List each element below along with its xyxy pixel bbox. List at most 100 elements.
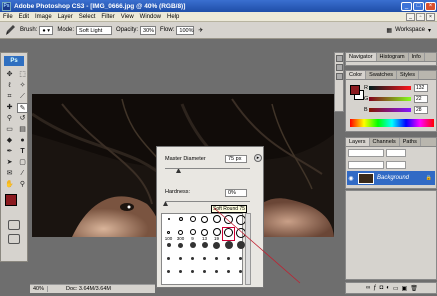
brush-tip[interactable]: 300 — [175, 228, 186, 241]
menu-file[interactable]: File — [0, 14, 16, 20]
brush-tip[interactable] — [211, 254, 222, 266]
dock-icon[interactable] — [336, 64, 343, 71]
clone-stamp-tool-icon[interactable]: ⚲ — [4, 114, 15, 124]
brush-tip[interactable] — [175, 267, 186, 279]
tab-paths[interactable]: Paths — [400, 138, 421, 146]
lasso-tool-icon[interactable]: ℓ — [4, 81, 15, 91]
history-brush-tool-icon[interactable]: ↺ — [17, 114, 28, 124]
tab-color[interactable]: Color — [346, 71, 367, 79]
menu-view[interactable]: View — [118, 14, 137, 20]
brush-tip[interactable] — [199, 267, 210, 279]
new-group-icon[interactable]: ▭ — [393, 285, 399, 292]
brush-tip[interactable] — [175, 254, 186, 266]
brush-tip[interactable] — [199, 254, 210, 266]
menu-select[interactable]: Select — [76, 14, 99, 20]
tab-layers[interactable]: Layers — [346, 138, 370, 146]
marquee-tool-icon[interactable]: ⬚ — [17, 70, 28, 80]
mode-select[interactable]: Soft Light — [76, 25, 113, 35]
brush-tip[interactable] — [211, 267, 222, 279]
menu-image[interactable]: Image — [32, 14, 55, 20]
brush-tip[interactable] — [199, 215, 210, 227]
flow-field[interactable]: 100% — [176, 25, 195, 35]
doc-minimize-button[interactable]: _ — [406, 12, 415, 21]
zoom-tool-icon[interactable]: ⚲ — [17, 180, 28, 190]
tab-styles[interactable]: Styles — [397, 71, 419, 79]
notes-tool-icon[interactable]: ✉ — [4, 169, 15, 179]
quick-mask-button[interactable] — [8, 220, 20, 230]
tab-info[interactable]: Info — [409, 53, 425, 61]
brush-tip[interactable]: 100 — [163, 228, 174, 241]
panel-menu-arrow-icon[interactable]: ▸ — [254, 154, 262, 162]
zoom-level[interactable]: 40% — [30, 286, 49, 292]
blur-tool-icon[interactable]: ◆ — [4, 136, 15, 146]
close-button[interactable]: × — [425, 1, 436, 11]
foreground-color-chip[interactable] — [350, 85, 360, 95]
eyedropper-tool-icon[interactable]: ⁄ — [17, 169, 28, 179]
menu-filter[interactable]: Filter — [98, 14, 117, 20]
blue-value[interactable]: 28 — [414, 105, 428, 114]
palette-well-icon[interactable]: ▦ — [386, 27, 392, 34]
brush-tip[interactable] — [163, 254, 174, 266]
brush-tip[interactable] — [211, 215, 222, 227]
blue-slider[interactable] — [369, 107, 411, 112]
brush-tip[interactable] — [187, 254, 198, 266]
layer-style-icon[interactable]: ƒ — [373, 285, 376, 291]
photoshop-logo[interactable]: Ps — [4, 56, 24, 66]
eraser-tool-icon[interactable]: ▭ — [4, 125, 15, 135]
tab-histogram[interactable]: Histogram — [377, 53, 409, 61]
layer-row[interactable]: ◉ Background 🔒 — [347, 171, 435, 185]
brush-tip[interactable] — [163, 215, 174, 227]
tab-channels[interactable]: Channels — [370, 138, 400, 146]
green-slider[interactable] — [369, 96, 411, 101]
brush-preset-picker[interactable]: ● ▾ — [39, 25, 54, 35]
brush-tip[interactable]: 9 — [187, 228, 198, 241]
add-mask-icon[interactable]: ◘ — [380, 285, 384, 291]
type-tool-icon[interactable]: T — [17, 147, 28, 157]
brush-tip[interactable] — [223, 241, 234, 253]
opacity-field[interactable]: 30% — [140, 25, 157, 35]
brush-tip[interactable] — [211, 241, 222, 253]
link-layers-icon[interactable]: ∞ — [366, 285, 370, 291]
airbrush-icon[interactable]: ✈ — [198, 27, 203, 34]
tab-navigator[interactable]: Navigator — [346, 53, 377, 61]
eye-icon[interactable]: ◉ — [347, 175, 355, 182]
menu-layer[interactable]: Layer — [55, 14, 76, 20]
hardness-slider-track[interactable] — [165, 201, 250, 202]
brush-tip[interactable] — [222, 227, 235, 241]
hardness-field[interactable]: 0% — [225, 189, 247, 197]
crop-tool-icon[interactable]: ⌗ — [4, 92, 15, 102]
brush-tip[interactable] — [175, 215, 186, 227]
doc-restore-button[interactable]: ▫ — [416, 12, 425, 21]
red-value[interactable]: 132 — [414, 83, 428, 92]
minimize-button[interactable]: _ — [401, 1, 412, 11]
move-tool-icon[interactable]: ✥ — [4, 70, 15, 80]
maximize-button[interactable]: □ — [413, 1, 424, 11]
doc-close-button[interactable]: × — [426, 12, 435, 21]
brush-tool-icon-active[interactable]: ✎ — [17, 103, 28, 113]
green-value[interactable]: 22 — [414, 94, 428, 103]
pen-tool-icon[interactable]: ✒ — [4, 147, 15, 157]
brush-tip[interactable] — [199, 241, 210, 253]
brush-tip[interactable] — [163, 241, 174, 253]
dodge-tool-icon[interactable]: ● — [17, 136, 28, 146]
menu-help[interactable]: Help — [164, 14, 182, 20]
new-layer-icon[interactable]: ▣ — [402, 285, 408, 292]
slice-tool-icon[interactable]: ⟋ — [17, 92, 28, 102]
gradient-tool-icon[interactable]: ▤ — [17, 125, 28, 135]
brush-tip[interactable] — [175, 241, 186, 253]
brush-tip[interactable] — [163, 267, 174, 279]
diameter-slider-knob[interactable] — [175, 169, 181, 173]
lock-options[interactable] — [348, 161, 384, 169]
brush-tip[interactable] — [223, 215, 234, 227]
shape-tool-icon[interactable]: ▢ — [17, 158, 28, 168]
layer-opacity-field[interactable] — [386, 149, 406, 157]
brush-tip[interactable] — [187, 241, 198, 253]
color-spectrum-ramp[interactable] — [350, 119, 434, 127]
foreground-color-swatch[interactable] — [5, 194, 17, 206]
brush-tool-icon[interactable] — [4, 24, 16, 36]
magic-wand-tool-icon[interactable]: ✧ — [17, 81, 28, 91]
dock-icon[interactable] — [336, 73, 343, 80]
adjustment-layer-icon[interactable]: ◐ — [386, 285, 390, 291]
brush-tip[interactable]: 13 — [199, 228, 210, 241]
menu-edit[interactable]: Edit — [16, 14, 32, 20]
